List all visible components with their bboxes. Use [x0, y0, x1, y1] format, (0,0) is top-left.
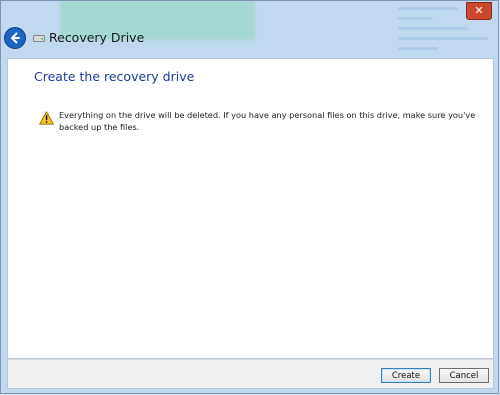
content-pane: Create the recovery drive Everything on … [7, 58, 494, 359]
window-title: Recovery Drive [49, 30, 145, 45]
page-heading: Create the recovery drive [34, 69, 195, 84]
close-icon: ✕ [474, 4, 484, 17]
back-button[interactable] [4, 27, 26, 49]
recovery-drive-window: ✕ Recovery Drive Create the recovery dri… [0, 0, 499, 394]
create-button[interactable]: Create [381, 368, 431, 383]
close-button[interactable]: ✕ [466, 2, 492, 20]
back-arrow-icon [11, 32, 20, 44]
cancel-button[interactable]: Cancel [439, 368, 489, 383]
warning-icon [39, 111, 54, 125]
warning-message: Everything on the drive will be deleted.… [59, 110, 476, 132]
drive-icon [33, 35, 45, 42]
dialog-footer: Create Cancel [7, 359, 494, 389]
